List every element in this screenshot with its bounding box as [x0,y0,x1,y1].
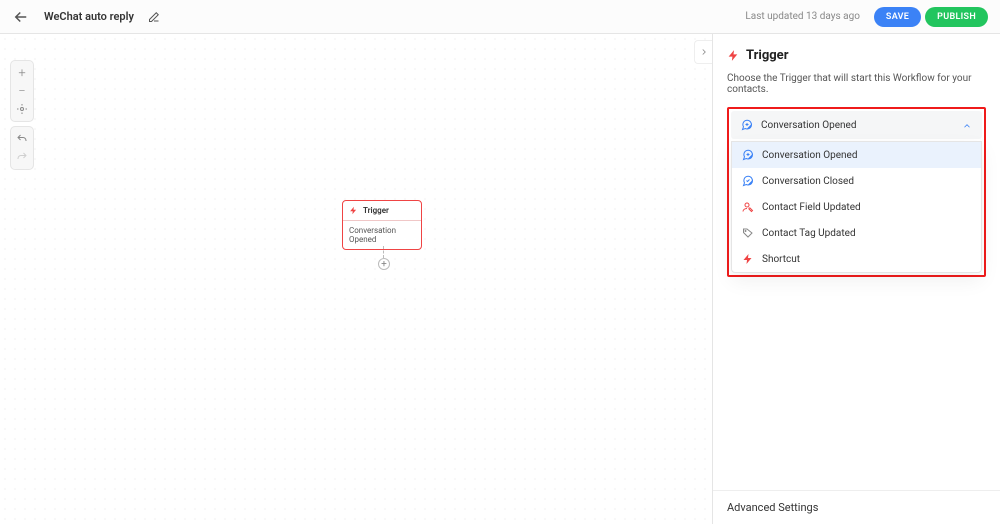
trigger-select-value: Conversation Opened [761,120,954,131]
trigger-dropdown: Conversation Opened Conversation Closed Co… [731,141,982,273]
redo-button[interactable] [12,148,32,166]
zoom-tool-group: + − [10,60,34,122]
chat-plus-icon [742,149,754,161]
option-label: Conversation Closed [762,176,854,187]
trigger-select[interactable]: Conversation Opened [731,111,982,139]
trigger-node-value: Conversation Opened [343,220,421,249]
side-panel: Trigger Choose the Trigger that will sta… [712,34,1000,524]
chevron-up-icon [962,116,972,135]
undo-button[interactable] [12,130,32,148]
zoom-out-button[interactable]: − [12,82,32,100]
option-label: Contact Tag Updated [762,228,856,239]
workflow-title: WeChat auto reply [44,10,134,23]
bolt-icon [742,253,754,265]
trigger-option-4[interactable]: Shortcut [732,246,981,272]
save-button[interactable]: SAVE [874,7,921,27]
panel-description: Choose the Trigger that will start this … [727,73,986,95]
chat-check-icon [742,175,754,187]
tag-icon [742,227,754,239]
last-updated: Last updated 13 days ago [745,11,860,22]
trigger-node-label: Trigger [363,206,389,215]
trigger-option-1[interactable]: Conversation Closed [732,168,981,194]
canvas[interactable]: + − Trigger Conversation Opened [0,34,712,524]
node-connector [383,246,384,258]
edit-title-button[interactable] [148,11,160,23]
option-label: Conversation Opened [762,150,857,161]
trigger-node[interactable]: Trigger Conversation Opened [342,200,422,250]
back-button[interactable] [12,8,30,26]
trigger-option-3[interactable]: Contact Tag Updated [732,220,981,246]
zoom-in-button[interactable]: + [12,64,32,82]
add-node-button[interactable]: + [378,258,390,270]
highlight-box: Conversation Opened Conversation OpenedC… [727,107,986,277]
chat-plus-icon [741,119,753,131]
trigger-option-2[interactable]: Contact Field Updated [732,194,981,220]
advanced-settings[interactable]: Advanced Settings [713,490,1000,524]
collapse-panel-button[interactable] [694,40,712,64]
panel-title: Trigger [727,48,986,63]
trigger-option-0[interactable]: Conversation Opened [732,142,981,168]
option-label: Shortcut [762,254,800,265]
person-edit-icon [742,201,754,213]
fit-view-button[interactable] [12,100,32,118]
option-label: Contact Field Updated [762,202,861,213]
header: WeChat auto reply Last updated 13 days a… [0,0,1000,34]
publish-button[interactable]: PUBLISH [925,7,988,27]
history-tool-group [10,126,34,170]
